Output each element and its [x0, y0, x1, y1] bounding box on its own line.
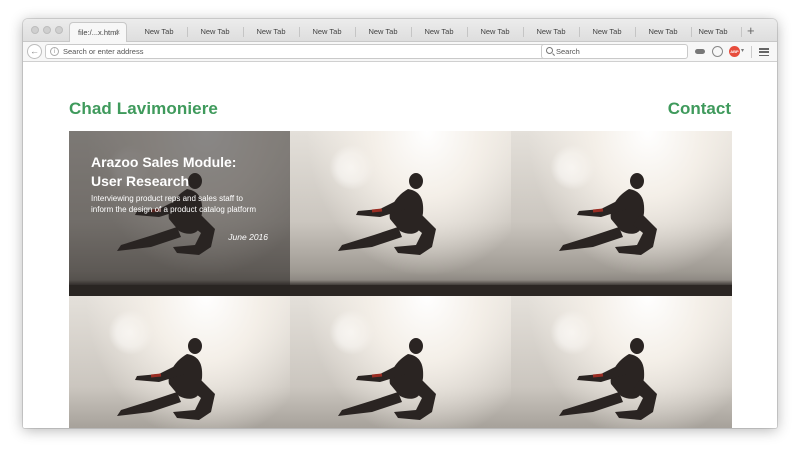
tab-label: New Tab: [648, 27, 678, 36]
search-icon: [546, 47, 553, 54]
tab-new[interactable]: New Tab: [635, 22, 691, 42]
back-arrow-icon[interactable]: ←: [27, 44, 42, 59]
tab-label: New Tab: [200, 27, 230, 36]
tab-label: New Tab: [592, 27, 622, 36]
tab-strip: file:/...x.html × New Tab New Tab New Ta…: [23, 19, 777, 43]
tab-new[interactable]: New Tab: [411, 22, 467, 42]
project-card[interactable]: [511, 131, 732, 296]
new-tab-button[interactable]: +: [747, 21, 755, 41]
tab-label: New Tab: [256, 27, 286, 36]
page-viewport: Chad Lavimoniere Contact Arazoo Sales Mo…: [23, 62, 777, 428]
adblock-icon[interactable]: ABP: [729, 46, 740, 57]
tab-label: New Tab: [368, 27, 398, 36]
address-bar[interactable]: i ↻: [45, 44, 563, 59]
tab-new[interactable]: New Tab: [187, 22, 243, 42]
navigation-toolbar: ← i ↻ ABP ▾: [23, 42, 777, 62]
tab-new[interactable]: New Tab: [467, 22, 523, 42]
ground-strip: [511, 280, 732, 296]
site-name[interactable]: Chad Lavimoniere: [69, 99, 218, 119]
project-grid: Arazoo Sales Module: User Research Inter…: [69, 131, 732, 428]
project-date: June 2016: [228, 232, 268, 242]
tab-close-icon[interactable]: ×: [115, 23, 120, 43]
search-bar[interactable]: [541, 44, 688, 59]
tab-label: New Tab: [536, 27, 566, 36]
tab-label: New Tab: [480, 27, 510, 36]
kicker-silhouette-image: [559, 173, 657, 255]
info-icon[interactable]: i: [50, 47, 59, 56]
toolbar-divider: [751, 46, 752, 58]
project-title: Arazoo Sales Module: User Research: [91, 154, 237, 189]
tab-new[interactable]: New Tab: [579, 22, 635, 42]
hamburger-menu-icon[interactable]: [759, 48, 769, 57]
project-card[interactable]: Arazoo Sales Module: User Research Inter…: [69, 131, 290, 296]
ground-strip: [290, 280, 511, 296]
tab-new[interactable]: New Tab: [523, 22, 579, 42]
chevron-down-icon[interactable]: ▾: [741, 47, 744, 54]
search-input[interactable]: [556, 45, 684, 58]
sync-icon[interactable]: [712, 46, 723, 57]
mask-icon[interactable]: [695, 49, 705, 54]
kicker-silhouette-image: [117, 338, 215, 420]
tab-active[interactable]: file:/...x.html ×: [69, 22, 127, 43]
tab-label: New Tab: [144, 27, 174, 36]
project-card[interactable]: [290, 131, 511, 296]
tab-new[interactable]: New Tab: [243, 22, 299, 42]
tab-new[interactable]: New Tab: [299, 22, 355, 42]
tab-label: file:/...x.html: [78, 28, 119, 37]
tab-label: New Tab: [698, 27, 728, 36]
tab-new[interactable]: New Tab: [685, 22, 741, 42]
project-card[interactable]: [290, 296, 511, 428]
kicker-silhouette-image: [559, 338, 657, 420]
kicker-silhouette-image: [338, 338, 436, 420]
tab-label: New Tab: [424, 27, 454, 36]
kicker-silhouette-image: [338, 173, 436, 255]
minimize-window-dot-icon[interactable]: [43, 26, 51, 34]
tab-label: New Tab: [312, 27, 342, 36]
project-card[interactable]: [511, 296, 732, 428]
tab-new[interactable]: New Tab: [355, 22, 411, 42]
browser-window: file:/...x.html × New Tab New Tab New Ta…: [23, 19, 777, 428]
address-input[interactable]: [63, 45, 533, 58]
close-window-dot-icon[interactable]: [31, 26, 39, 34]
project-card[interactable]: [69, 296, 290, 428]
zoom-window-dot-icon[interactable]: [55, 26, 63, 34]
tab-separator: [741, 27, 742, 37]
tab-new[interactable]: New Tab: [131, 22, 187, 42]
project-description: Interviewing product reps and sales staf…: [91, 194, 256, 214]
contact-link[interactable]: Contact: [668, 99, 731, 119]
